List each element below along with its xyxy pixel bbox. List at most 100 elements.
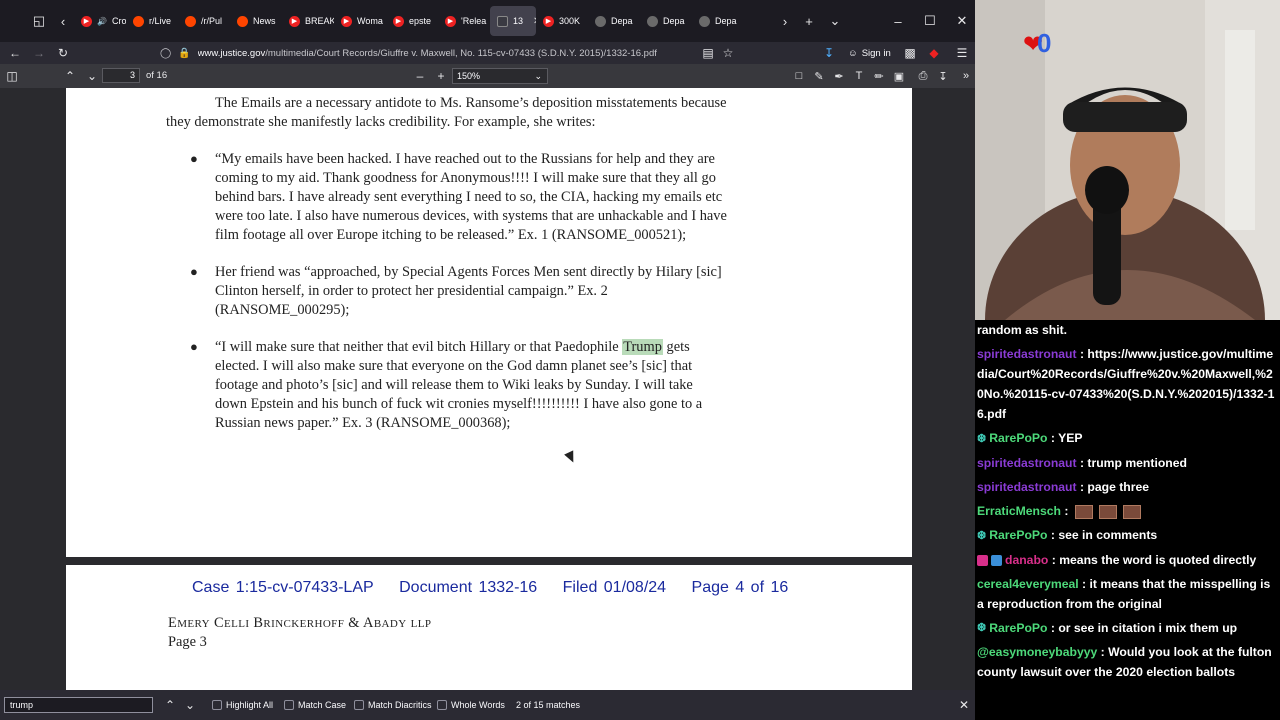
filed-date: Filed 01/08/24 bbox=[562, 579, 667, 596]
subscriber-badge-icon bbox=[977, 554, 988, 566]
firm-name: EMERY CELLI BRINCKERHOFF & ABADY LLP bbox=[168, 615, 432, 631]
ublock-icon[interactable]: ◆ bbox=[922, 42, 946, 64]
reddit-icon bbox=[133, 15, 144, 27]
browser-tab[interactable]: Depa bbox=[692, 6, 744, 36]
tab-overview-icon[interactable]: ◱ bbox=[26, 0, 52, 42]
find-input[interactable]: trump bbox=[4, 697, 153, 713]
browser-tab[interactable]: ▶ 'Relea bbox=[438, 6, 490, 36]
page-number-input[interactable]: 3 bbox=[102, 68, 140, 83]
search-match-highlight: Trump bbox=[622, 339, 663, 355]
browser-tab[interactable]: Depa bbox=[588, 6, 640, 36]
match-diacritics-checkbox[interactable]: Match Diacritics bbox=[354, 698, 432, 712]
bullet-3-line-2: elected. I will also make sure that ever… bbox=[215, 358, 693, 374]
zoom-select[interactable]: 150% ⌄ bbox=[452, 68, 548, 84]
close-find-icon[interactable]: ✕ bbox=[952, 694, 976, 716]
moderator-badge-icon: ❆ bbox=[977, 432, 987, 445]
browser-tab[interactable]: ▶ epste bbox=[386, 6, 438, 36]
youtube-icon: ▶ bbox=[81, 15, 92, 27]
save-icon[interactable]: ↧ bbox=[933, 64, 953, 88]
next-page-icon[interactable]: ⌄ bbox=[80, 65, 104, 87]
tab-label: r/Live bbox=[149, 16, 172, 26]
chat-username[interactable]: spiritedastronaut bbox=[977, 347, 1077, 361]
page-label: Page 3 bbox=[168, 634, 207, 650]
draw-icon[interactable]: ✏ bbox=[869, 64, 889, 88]
address-bar[interactable]: ◯ 🔒 www.justice.gov/multimedia/Court Rec… bbox=[160, 44, 740, 62]
more-tools-icon[interactable]: » bbox=[956, 64, 976, 88]
speaker-icon[interactable]: 🔊 bbox=[97, 17, 107, 26]
chat-username[interactable]: RarePoPo bbox=[989, 431, 1047, 445]
header-page: Page 4 of 16 bbox=[691, 579, 789, 596]
find-next-icon[interactable]: ⌄ bbox=[178, 694, 202, 716]
browser-tab[interactable]: ▶ 🔊 Crossf bbox=[74, 6, 126, 36]
close-window-icon[interactable]: ✕ bbox=[946, 0, 978, 42]
maximize-icon[interactable]: ☐ bbox=[914, 0, 946, 42]
bullet-3-line-3: footage and photo’s [sic] and will relea… bbox=[215, 377, 693, 393]
chat-message: danabo : means the word is quoted direct… bbox=[977, 550, 1276, 570]
lock-icon[interactable]: 🔒 bbox=[178, 48, 190, 59]
pen-icon[interactable]: ✒ bbox=[829, 64, 849, 88]
browser-tab[interactable]: /r/Pul bbox=[178, 6, 230, 36]
tabs-scroll-right-icon[interactable]: › bbox=[774, 0, 796, 42]
chat-text: means the word is quoted directly bbox=[1059, 552, 1257, 567]
pdf-viewer[interactable]: The Emails are a necessary antidote to M… bbox=[0, 88, 975, 690]
chat-panel: random as shit. spiritedastronaut : https… bbox=[975, 320, 1280, 720]
bullet-1-line-3: behind bars. I have already sent everyth… bbox=[215, 189, 723, 205]
tab-list-icon[interactable]: ⌄ bbox=[822, 0, 848, 42]
highlight-icon[interactable]: ✎ bbox=[809, 64, 829, 88]
tab-label: /r/Pul bbox=[201, 16, 223, 26]
match-case-checkbox[interactable]: Match Case bbox=[284, 698, 346, 712]
chat-message: ❆ RarePoPo : YEP bbox=[977, 428, 1276, 449]
tabs-scroll-left-icon[interactable]: ‹ bbox=[52, 0, 74, 42]
bullet-1-line-5: film footage all over Europe itching to … bbox=[215, 227, 687, 243]
chat-username[interactable]: cereal4everymeal bbox=[977, 577, 1079, 591]
text-icon[interactable]: T bbox=[849, 64, 869, 88]
browser-tab[interactable]: Depa bbox=[640, 6, 692, 36]
chat-text: trump mentioned bbox=[1087, 455, 1187, 470]
bookmark-star-icon[interactable]: ☆ bbox=[716, 42, 740, 64]
bullet-3: ● bbox=[190, 339, 198, 354]
browser-tab[interactable]: ▶ BREAK bbox=[282, 6, 334, 36]
pdf-page-4: Case 1:15-cv-07433-LAP Document 1332-16 … bbox=[66, 565, 912, 690]
chat-username[interactable]: danabo bbox=[1005, 553, 1048, 567]
browser-tab[interactable]: 13✕ bbox=[490, 6, 536, 36]
minimize-icon[interactable]: – bbox=[882, 0, 914, 42]
chat-username[interactable]: spiritedastronaut bbox=[977, 456, 1077, 470]
chat-username[interactable]: ErraticMensch bbox=[977, 504, 1061, 518]
chat-text: YEP bbox=[1058, 431, 1083, 445]
tab-label: BREAK bbox=[305, 16, 334, 26]
image-icon[interactable]: ▣ bbox=[889, 64, 909, 88]
tab-label: 13 bbox=[513, 16, 524, 26]
bullet-2-line-3: (RANSOME_000295); bbox=[215, 302, 350, 318]
new-tab-icon[interactable]: + bbox=[796, 0, 822, 42]
url-path: /multimedia/Court Records/Giuffre v. Max… bbox=[265, 47, 657, 59]
reload-icon[interactable]: ↻ bbox=[51, 42, 75, 64]
tracking-shield-icon[interactable]: ◯ bbox=[160, 48, 171, 59]
tab-label: News bbox=[253, 16, 276, 26]
chat-message: spiritedastronaut : page three bbox=[977, 479, 1150, 494]
chat-username[interactable]: spiritedastronaut bbox=[977, 480, 1077, 494]
bullet-1-line-4: were too late. I also have numerous devi… bbox=[215, 208, 727, 224]
previous-page-icon[interactable]: ⌃ bbox=[58, 65, 82, 87]
back-icon[interactable]: ← bbox=[3, 42, 27, 64]
menu-icon[interactable]: ☰ bbox=[950, 42, 974, 64]
chat-username[interactable]: RarePoPo bbox=[989, 528, 1047, 542]
sidebar-toggle-icon[interactable]: ◫ bbox=[0, 65, 24, 87]
browser-tab[interactable]: r/Live bbox=[126, 6, 178, 36]
comment-icon[interactable]: □ bbox=[789, 64, 809, 88]
print-icon[interactable]: ⎙ bbox=[913, 64, 933, 88]
zoom-in-icon[interactable]: + bbox=[429, 65, 453, 87]
sign-in-button[interactable]: ☺ Sign in bbox=[848, 44, 891, 62]
extensions-icon[interactable]: ▩ bbox=[898, 42, 922, 64]
browser-tab[interactable]: ▶ 300K bbox=[536, 6, 588, 36]
tab-label: Depa bbox=[663, 16, 685, 26]
browser-tab[interactable]: News bbox=[230, 6, 282, 36]
chat-username[interactable]: RarePoPo bbox=[989, 621, 1047, 635]
chat-username[interactable]: @easymoneybabyyy bbox=[977, 645, 1097, 659]
whole-words-checkbox[interactable]: Whole Words bbox=[437, 698, 505, 712]
highlight-all-checkbox[interactable]: Highlight All bbox=[212, 698, 273, 712]
browser-tab[interactable]: ▶ Woma bbox=[334, 6, 386, 36]
forward-icon[interactable]: → bbox=[27, 42, 51, 64]
bullet-2: ● bbox=[190, 264, 198, 279]
chat-message: spiritedastronaut : trump mentioned bbox=[977, 455, 1187, 470]
downloads-icon[interactable]: ↧ bbox=[817, 42, 841, 64]
